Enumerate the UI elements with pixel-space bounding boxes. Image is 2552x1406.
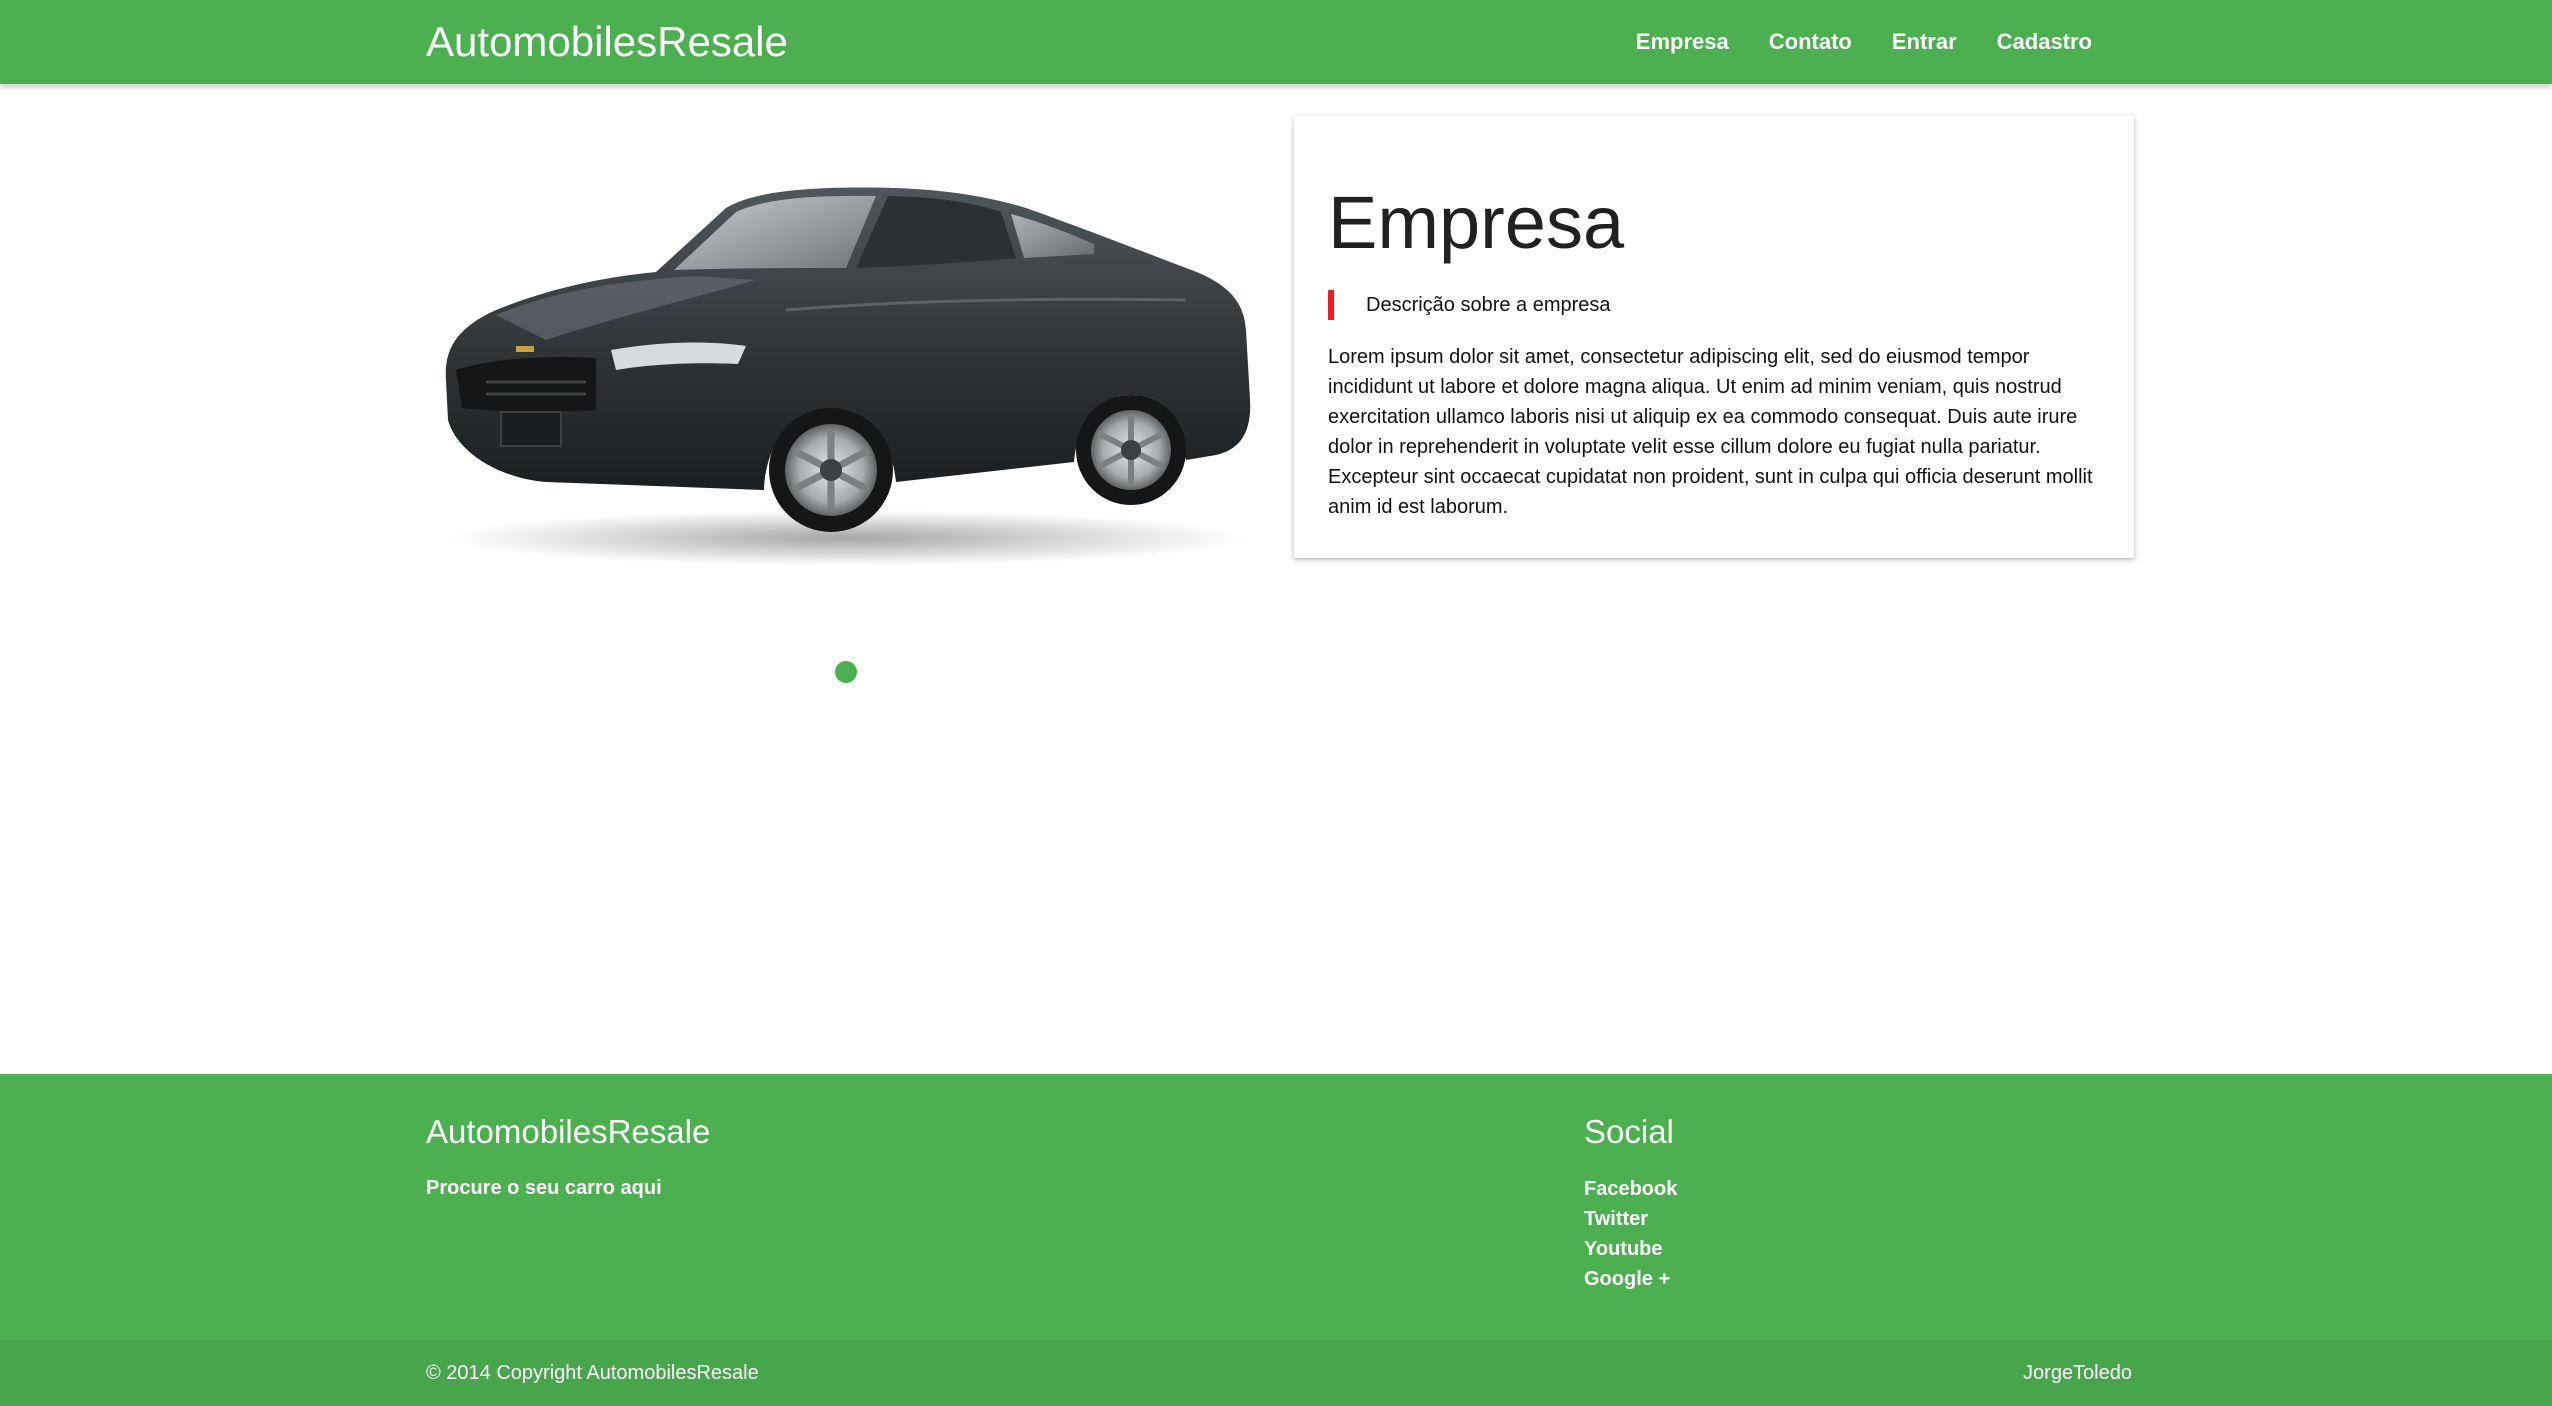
card-body-text: Lorem ipsum dolor sit amet, consectetur … [1328, 346, 2093, 518]
footer-brand: AutomobilesResale [426, 1113, 711, 1150]
social-link-google-plus[interactable]: Google + [1584, 1264, 1677, 1294]
site-footer: AutomobilesResale Procure o seu carro aq… [0, 1074, 2552, 1340]
social-link-twitter[interactable]: Twitter [1584, 1204, 1677, 1234]
company-card: Empresa Descrição sobre a empresa Lorem … [1294, 116, 2134, 558]
nav-link-cadastro[interactable]: Cadastro [1977, 0, 2112, 84]
card-title: Empresa [1328, 181, 1625, 264]
footer-tagline: Procure o seu carro aqui [426, 1177, 662, 1199]
car-image [426, 150, 1256, 570]
social-link-facebook[interactable]: Facebook [1584, 1174, 1677, 1204]
footer-social-list: Facebook Twitter Youtube Google + [1584, 1174, 1677, 1294]
top-navbar: AutomobilesResale Empresa Contato Entrar… [0, 0, 2552, 84]
author-link[interactable]: JorgeToledo [2023, 1360, 2132, 1386]
brand-logo-link[interactable]: AutomobilesResale [426, 16, 788, 68]
social-link-youtube[interactable]: Youtube [1584, 1234, 1677, 1264]
copyright-bar: © 2014 Copyright AutomobilesResale Jorge… [0, 1340, 2552, 1406]
copyright-text: © 2014 Copyright AutomobilesResale [426, 1362, 759, 1384]
card-quote: Descrição sobre a empresa [1328, 290, 1611, 320]
nav-link-contato[interactable]: Contato [1749, 0, 1872, 84]
nav-link-entrar[interactable]: Entrar [1872, 0, 1977, 84]
nav-menu: Empresa Contato Entrar Cadastro [1616, 0, 2112, 84]
car-illustration [445, 187, 1251, 566]
nav-link-empresa[interactable]: Empresa [1616, 0, 1749, 84]
footer-social-title: Social [1584, 1113, 1674, 1150]
slider-indicator-dot[interactable] [835, 661, 857, 683]
